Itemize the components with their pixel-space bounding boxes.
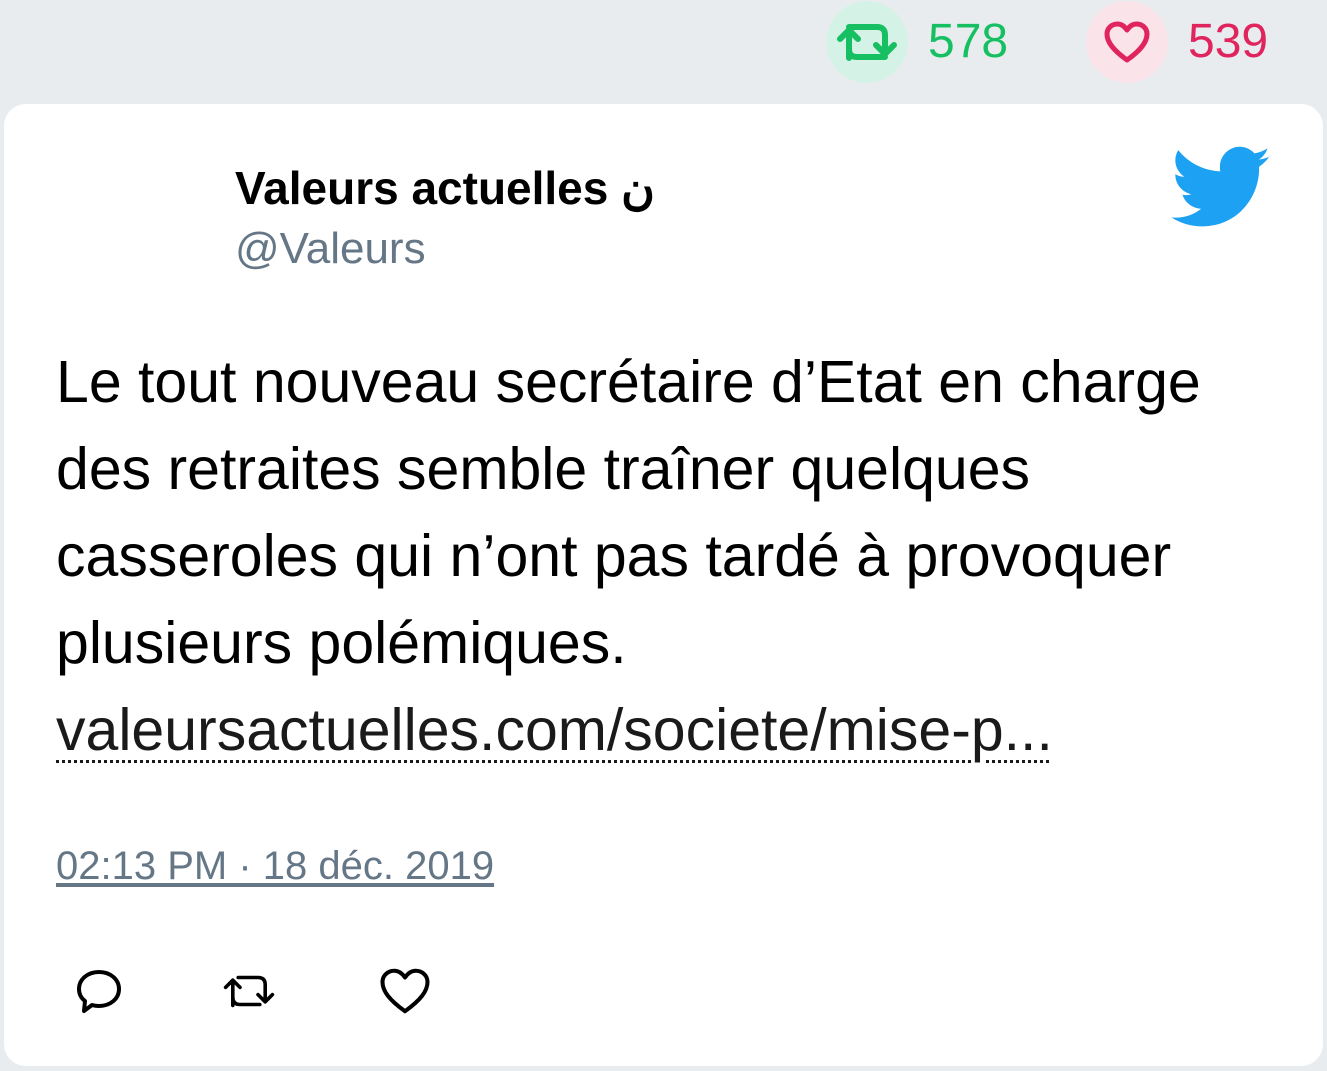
tweet-actions bbox=[4, 964, 604, 1018]
reply-icon[interactable] bbox=[72, 964, 126, 1018]
retweet-stat[interactable]: 578 bbox=[826, 0, 1008, 84]
retweet-icon[interactable] bbox=[826, 1, 908, 83]
tweet-card: Valeurs actuelles ن @Valeurs Le tout nou… bbox=[4, 104, 1323, 1066]
like-count: 539 bbox=[1188, 15, 1269, 68]
retweet-icon[interactable] bbox=[222, 964, 276, 1018]
tweet-body: Le tout nouveau secrétaire d’Etat en cha… bbox=[56, 349, 1201, 676]
twitter-bird-icon[interactable] bbox=[1171, 146, 1272, 230]
tweet-text: Le tout nouveau secrétaire d’Etat en cha… bbox=[56, 339, 1286, 774]
tweet-link[interactable]: valeursactuelles.com/societe/mise-p... bbox=[56, 687, 1053, 774]
author-handle[interactable]: @Valeurs bbox=[235, 224, 426, 274]
like-stat[interactable]: 539 bbox=[1086, 0, 1268, 84]
author-name[interactable]: Valeurs actuelles ن bbox=[235, 161, 655, 215]
heart-icon[interactable] bbox=[378, 964, 432, 1018]
heart-icon[interactable] bbox=[1086, 1, 1168, 83]
retweet-count: 578 bbox=[928, 15, 1009, 68]
tweet-timestamp[interactable]: 02:13 PM · 18 déc. 2019 bbox=[56, 844, 494, 889]
engagement-stats: 578 539 bbox=[0, 0, 1327, 100]
